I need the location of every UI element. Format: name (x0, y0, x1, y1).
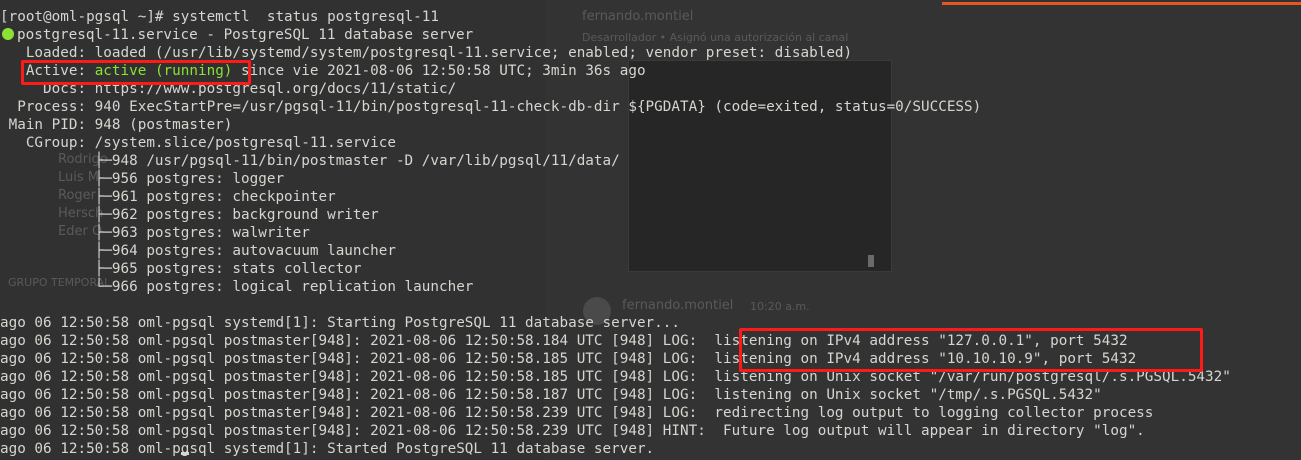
log-line: ago 06 12:50:58 oml-pgsql postmaster[948… (0, 387, 1102, 403)
log-line: ago 06 12:50:58 oml-pgsql postmaster[948… (0, 405, 1154, 421)
cgroup-process: ├─956 postgres: logger (0, 171, 285, 187)
terminal-cursor (181, 452, 189, 455)
highlight-active-running (21, 60, 251, 85)
cgroup-process: └─966 postgres: logical replication laun… (0, 279, 474, 295)
status-dot-icon (2, 28, 14, 40)
cgroup-process: ├─948 /usr/pgsql-11/bin/postmaster -D /v… (0, 153, 620, 169)
cgroup-process: ├─965 postgres: stats collector (0, 261, 362, 277)
cgroup-line: CGroup: /system.slice/postgresql-11.serv… (0, 135, 396, 151)
log-line: ago 06 12:50:58 oml-pgsql systemd[1]: St… (0, 441, 655, 457)
shell-prompt-command: [root@oml-pgsql ~]# systemctl status pos… (0, 9, 439, 25)
highlight-ipv4-listening (739, 328, 1203, 372)
active-since: since vie 2021-08-06 12:50:58 UTC; 3min … (232, 63, 646, 79)
process-line: Process: 940 ExecStartPre=/usr/pgsql-11/… (0, 99, 982, 115)
cgroup-process: ├─962 postgres: background writer (0, 207, 379, 223)
main-pid-line: Main PID: 948 (postmaster) (0, 117, 233, 133)
cgroup-process: ├─963 postgres: walwriter (0, 225, 310, 241)
cgroup-process: ├─961 postgres: checkpointer (0, 189, 336, 205)
service-name: postgresql-11.service - PostgreSQL 11 da… (17, 27, 474, 43)
log-line: ago 06 12:50:58 oml-pgsql postmaster[948… (0, 423, 1145, 439)
service-header: postgresql-11.service - PostgreSQL 11 da… (0, 26, 473, 44)
log-line: ago 06 12:50:58 oml-pgsql systemd[1]: St… (0, 315, 680, 331)
cgroup-process: ├─964 postgres: autovacuum launcher (0, 243, 396, 259)
terminal-output[interactable]: [root@oml-pgsql ~]# systemctl status pos… (0, 0, 1301, 460)
